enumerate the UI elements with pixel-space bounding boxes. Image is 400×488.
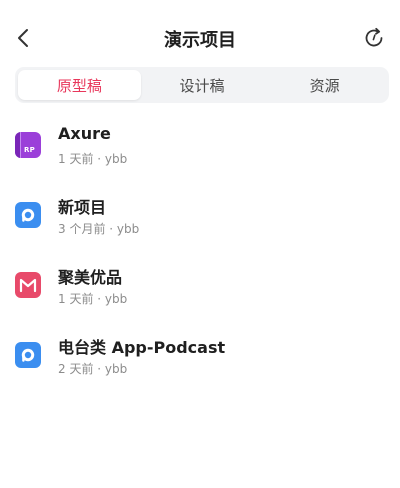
jumei-logo-icon — [15, 272, 41, 298]
project-list: RP Axure 1 天前 · ybb 新项目 3 个月前 · ybb 聚美优品… — [0, 114, 400, 394]
project-item-axure[interactable]: RP Axure 1 天前 · ybb — [0, 114, 400, 184]
project-item-podcast[interactable]: 电台类 App-Podcast 2 天前 · ybb — [0, 324, 400, 394]
app-prototype-icon — [15, 202, 41, 228]
tab-bar: 原型稿 设计稿 资源 — [15, 67, 389, 103]
project-item-jumei[interactable]: 聚美优品 1 天前 · ybb — [0, 254, 400, 324]
project-meta: 1 天前 · ybb — [58, 152, 128, 166]
tab-prototype[interactable]: 原型稿 — [18, 70, 141, 100]
project-name: 聚美优品 — [58, 268, 123, 287]
header-bar: 演示项目 — [0, 0, 400, 72]
project-name: Axure — [58, 124, 111, 143]
axure-rp-icon: RP — [15, 132, 41, 158]
page-title: 演示项目 — [164, 30, 236, 51]
project-item-new[interactable]: 新项目 3 个月前 · ybb — [0, 184, 400, 254]
app-prototype-icon — [15, 342, 41, 368]
project-meta: 2 天前 · ybb — [58, 362, 128, 376]
tab-design[interactable]: 设计稿 — [141, 70, 264, 100]
project-name: 电台类 App-Podcast — [58, 338, 226, 357]
project-meta: 3 个月前 · ybb — [58, 222, 140, 236]
refresh-button[interactable] — [360, 24, 388, 52]
refresh-icon — [365, 27, 383, 47]
project-meta: 1 天前 · ybb — [58, 292, 128, 306]
project-name: 新项目 — [58, 198, 107, 217]
tab-resources[interactable]: 资源 — [263, 70, 386, 100]
